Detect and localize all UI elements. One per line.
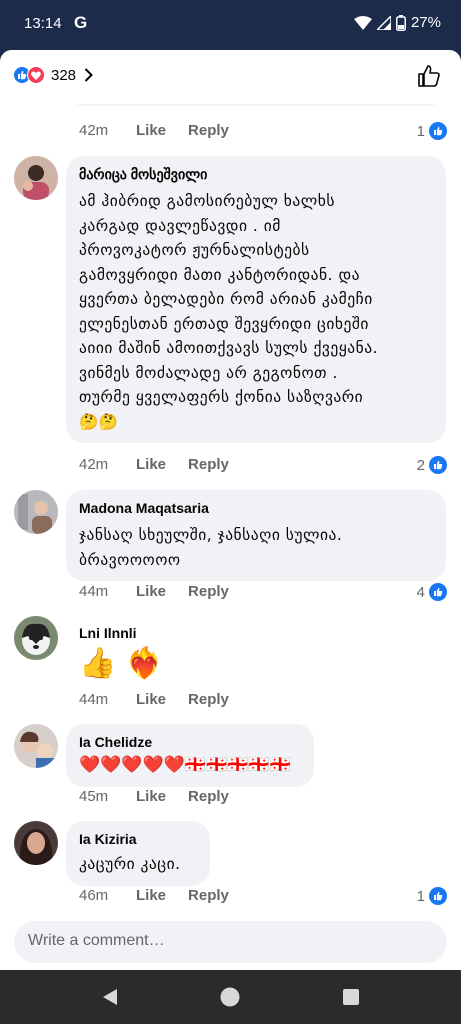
comment-meta: 44m Like Reply (79, 691, 251, 708)
comment-line: ყვერთა ბელადები რომ არიან კამეჩი (79, 290, 373, 308)
comment-age: 44m (79, 691, 109, 708)
status-bar: 13:14 G 27% (0, 0, 461, 50)
comment-bubble: Ia Chelidze ❤️❤️❤️❤️❤️🇬🇪🇬🇪🇬🇪🇬🇪🇬🇪 (66, 724, 314, 787)
comment-meta: 45m Like Reply (79, 788, 251, 805)
comment-age: 42m (79, 122, 109, 139)
comment-input[interactable]: Write a comment… (14, 921, 447, 963)
comment-author[interactable]: Madona Maqatsaria (79, 499, 432, 518)
google-icon: G (74, 13, 88, 32)
comment-meta: 42m Like Reply (79, 122, 251, 139)
comment-bubble: Madona Maqatsaria ჯანსაღ სხეულში, ჯანსაღ… (66, 490, 446, 581)
comment-line: ამ ჰიბრიდ გამოსირებულ ხალხს (79, 192, 335, 210)
comment-bubble: მარიცა მოსეშვილი ამ ჰიბრიდ გამოსირებულ ხ… (66, 156, 446, 443)
comment-list[interactable]: 42m Like Reply 1 მარიცა მოსეშვილი ამ ჰიბ… (0, 50, 461, 970)
status-time: 13:14 (24, 15, 62, 32)
reply-button[interactable]: Reply (188, 691, 229, 708)
reply-button[interactable]: Reply (188, 456, 229, 473)
avatar-image (14, 724, 58, 768)
avatar-image (14, 616, 58, 660)
comment-author[interactable]: მარიცა მოსეშვილი (79, 165, 432, 184)
comment-meta: 42m Like Reply (79, 456, 251, 473)
comment-meta: 44m Like Reply (79, 583, 251, 600)
battery-icon (396, 14, 406, 31)
recents-icon[interactable] (343, 989, 359, 1005)
comment-line: აიიი მაშინ ამოითქვავს სულს ქვეყანა. (79, 339, 379, 357)
system-nav-bar (0, 970, 461, 1024)
avatar[interactable] (14, 490, 58, 534)
reply-button[interactable]: Reply (188, 122, 229, 139)
comment-line: კარგად დავლეწავდი . იმ (79, 216, 281, 235)
like-button-icon[interactable] (417, 64, 441, 88)
avatar-image (14, 821, 58, 865)
comment-bubble: Ia Kiziria კაცური კაცი. (66, 821, 210, 886)
comment-emoji: 👍 ❤️‍🔥 (79, 646, 164, 681)
like-button[interactable]: Like (136, 122, 166, 139)
comment-meta: 46m Like Reply (79, 887, 251, 904)
comments-sheet: 42m Like Reply 1 მარიცა მოსეშვილი ამ ჰიბ… (0, 50, 461, 970)
comment-age: 45m (79, 788, 109, 805)
comment-author[interactable]: Ia Chelidze (79, 733, 300, 752)
comment-line: გამოვყრიდი მათი კანტორიდან. და (79, 265, 361, 284)
avatar[interactable] (14, 724, 58, 768)
comment-like-count: 4 (417, 583, 447, 601)
wifi-icon (353, 15, 372, 30)
comment-author[interactable]: Lni Ilnnli (79, 624, 137, 643)
chevron-right-icon (84, 68, 93, 82)
like-reaction-icon (429, 583, 447, 601)
avatar-image (14, 156, 58, 200)
comment-line: თურმე ყველაფერს ქონია საზღვარი (79, 388, 364, 406)
back-icon[interactable] (101, 988, 119, 1006)
comment-like-count: 2 (417, 456, 447, 474)
comment-age: 46m (79, 887, 109, 904)
like-count-text: 2 (416, 456, 425, 474)
comment-like-count: 1 (417, 887, 447, 905)
comment-line: ვინმეს მოძალადე არ გეგონოთ . (79, 363, 338, 382)
comment-like-count: 1 (417, 122, 447, 140)
signal-icon (376, 15, 391, 30)
like-count-text: 1 (416, 887, 425, 905)
comment-emoji: 🤔🤔 (79, 412, 119, 431)
comment-age: 44m (79, 583, 109, 600)
comment-line: ელენესთან ერთად შევყრიდი ციხეში (79, 314, 369, 333)
like-button[interactable]: Like (136, 887, 166, 904)
reply-button[interactable]: Reply (188, 583, 229, 600)
like-count-text: 4 (416, 583, 425, 601)
comment-emoji: ❤️❤️❤️❤️❤️🇬🇪🇬🇪🇬🇪🇬🇪🇬🇪 (79, 755, 291, 775)
avatar-image (14, 490, 58, 534)
like-count-text: 1 (416, 122, 425, 140)
home-icon[interactable] (220, 987, 240, 1007)
battery-percent: 27% (410, 14, 441, 31)
like-button[interactable]: Like (136, 456, 166, 473)
comment-author[interactable]: Ia Kiziria (79, 830, 196, 849)
comment-line: ბრავოოოოო (79, 550, 181, 569)
reactions-header: 328 (0, 50, 461, 104)
like-reaction-icon (429, 456, 447, 474)
comment-composer: Write a comment… (0, 914, 461, 970)
comment-text: ჯანსაღ სხეულში, ჯანსაღი სულია. ბრავოოოოო (79, 523, 432, 572)
like-reaction-icon (429, 887, 447, 905)
reply-button[interactable]: Reply (188, 887, 229, 904)
status-icons: 27% (353, 14, 441, 31)
comment-line: კაცური კაცი. (79, 855, 181, 873)
like-reaction-icon (429, 122, 447, 140)
like-button[interactable]: Like (136, 691, 166, 708)
avatar[interactable] (14, 616, 58, 660)
comment-age: 42m (79, 456, 109, 473)
reactions-summary[interactable]: 328 (13, 66, 93, 84)
like-button[interactable]: Like (136, 788, 166, 805)
like-button[interactable]: Like (136, 583, 166, 600)
comment-line: პროვოკატორ ჟურნალისტებს (79, 241, 310, 259)
comment-text: კაცური კაცი. (79, 852, 196, 877)
reply-button[interactable]: Reply (188, 788, 229, 805)
avatar[interactable] (14, 821, 58, 865)
comment-text: ამ ჰიბრიდ გამოსირებულ ხალხს კარგად დავლე… (79, 189, 432, 434)
reaction-count: 328 (51, 66, 77, 84)
avatar[interactable] (14, 156, 58, 200)
comment-line: ჯანსაღ სხეულში, ჯანსაღი სულია. (79, 526, 343, 544)
love-reaction-icon (27, 66, 45, 84)
